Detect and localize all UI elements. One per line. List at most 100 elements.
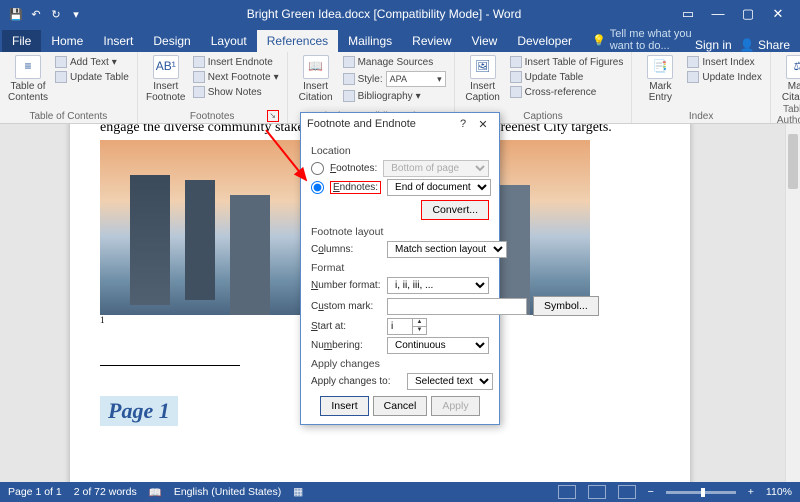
endnote-icon: [193, 56, 205, 68]
status-proofing-icon[interactable]: 📖: [149, 486, 162, 499]
footnote-separator: [100, 365, 240, 366]
custom-mark-input[interactable]: [387, 298, 527, 315]
qat-customize-icon[interactable]: ▾: [68, 6, 84, 22]
insert-button[interactable]: Insert: [320, 396, 368, 416]
dialog-titlebar: Footnote and Endnote ? ✕: [301, 113, 499, 135]
bibliography-button[interactable]: Bibliography ▾: [341, 89, 448, 103]
share-button[interactable]: 👤 Share: [740, 38, 790, 52]
update-toc-button[interactable]: Update Table: [53, 70, 131, 84]
tell-me[interactable]: 💡Tell me what you want to do...: [582, 28, 695, 52]
read-mode-button[interactable]: [558, 485, 576, 499]
tof-icon: [510, 56, 522, 68]
endnotes-position-select[interactable]: End of document: [387, 179, 491, 196]
dialog-close-button[interactable]: ✕: [473, 118, 493, 131]
status-page[interactable]: Page 1 of 1: [8, 486, 62, 498]
tab-insert[interactable]: Insert: [93, 30, 143, 52]
ribbon-options-icon[interactable]: ▭: [676, 6, 700, 22]
zoom-level[interactable]: 110%: [766, 486, 792, 498]
convert-button[interactable]: Convert...: [421, 200, 489, 220]
columns-select[interactable]: Match section layout: [387, 241, 507, 258]
tab-view[interactable]: View: [462, 30, 508, 52]
insert-footnote-button[interactable]: AB¹Insert Footnote: [144, 55, 188, 110]
tab-developer[interactable]: Developer: [507, 30, 582, 52]
footnotes-dialog-launcher[interactable]: ↘: [267, 110, 279, 122]
dialog-help-button[interactable]: ?: [453, 118, 473, 130]
add-text-icon: [55, 56, 67, 68]
close-icon[interactable]: ✕: [766, 6, 790, 22]
insert-endnote-button[interactable]: Insert Endnote: [191, 55, 281, 69]
status-words[interactable]: 2 of 72 words: [74, 486, 137, 498]
tab-review[interactable]: Review: [402, 30, 461, 52]
update-captions-button[interactable]: Update Table: [508, 70, 626, 84]
spin-down-icon[interactable]: ▼: [413, 327, 426, 334]
insert-tof-button[interactable]: Insert Table of Figures: [508, 55, 626, 69]
tab-design[interactable]: Design: [143, 30, 200, 52]
update-index-button[interactable]: Update Index: [685, 70, 764, 84]
tab-mailings[interactable]: Mailings: [338, 30, 402, 52]
citation-style-select[interactable]: Style: APA▾: [341, 70, 448, 88]
number-format-select[interactable]: i, ii, iii, ...: [387, 277, 489, 294]
style-icon: [343, 73, 355, 85]
update-icon: [55, 71, 67, 83]
tab-home[interactable]: Home: [41, 30, 93, 52]
footnotes-position-select: Bottom of page: [383, 160, 489, 177]
minimize-icon[interactable]: —: [706, 6, 730, 22]
print-layout-button[interactable]: [588, 485, 606, 499]
spin-up-icon[interactable]: ▲: [413, 319, 426, 327]
zoom-in-button[interactable]: +: [748, 486, 754, 498]
footnotes-radio-label[interactable]: Footnotes:: [330, 163, 377, 174]
zoom-slider[interactable]: [666, 491, 736, 494]
cancel-button[interactable]: Cancel: [373, 396, 428, 416]
insert-index-button[interactable]: Insert Index: [685, 55, 764, 69]
redo-icon[interactable]: ↻: [48, 6, 64, 22]
tab-file[interactable]: File: [2, 30, 41, 52]
insert-caption-button[interactable]: 🖼Insert Caption: [461, 55, 505, 110]
undo-icon[interactable]: ↶: [28, 6, 44, 22]
mark-citation-button[interactable]: ⚖Mark Citation: [777, 55, 800, 103]
symbol-button[interactable]: Symbol...: [533, 296, 599, 316]
page-number-field[interactable]: Page 1: [100, 396, 178, 426]
cross-reference-button[interactable]: Cross-reference: [508, 85, 626, 99]
apply-button[interactable]: Apply: [431, 396, 479, 416]
group-footnotes: AB¹Insert Footnote Insert Endnote Next F…: [138, 52, 288, 123]
custom-mark-label: Custom mark:: [311, 301, 381, 312]
add-text-button[interactable]: Add Text ▾: [53, 55, 131, 69]
window-title: Bright Green Idea.docx [Compatibility Mo…: [92, 7, 676, 21]
start-at-input[interactable]: [387, 318, 413, 335]
columns-label: Columns:: [311, 244, 381, 255]
web-layout-button[interactable]: [618, 485, 636, 499]
endnotes-radio[interactable]: [311, 181, 324, 194]
quick-access-toolbar: 💾 ↶ ↻ ▾: [0, 6, 92, 22]
insert-index-icon: [687, 56, 699, 68]
numbering-label: Numbering:: [311, 340, 381, 351]
lightbulb-icon: 💡: [592, 34, 606, 47]
zoom-out-button[interactable]: −: [648, 486, 654, 498]
ribbon-tabs: File Home Insert Design Layout Reference…: [0, 28, 800, 52]
scrollbar-thumb[interactable]: [788, 134, 798, 189]
tab-references[interactable]: References: [257, 30, 338, 52]
numbering-select[interactable]: Continuous: [387, 337, 489, 354]
save-icon[interactable]: 💾: [8, 6, 24, 22]
section-location: Location: [311, 145, 489, 157]
insert-citation-button[interactable]: 📖Insert Citation: [294, 55, 338, 110]
mark-entry-button[interactable]: 📑Mark Entry: [638, 55, 682, 110]
dialog-title: Footnote and Endnote: [307, 118, 453, 130]
table-of-contents-button[interactable]: ≡Table of Contents: [6, 55, 50, 110]
signin-link[interactable]: Sign in: [695, 38, 732, 52]
maximize-icon[interactable]: ▢: [736, 6, 760, 22]
status-bar: Page 1 of 1 2 of 72 words 📖 English (Uni…: [0, 482, 800, 502]
start-at-spinner[interactable]: ▲▼: [387, 318, 427, 335]
status-macro-icon[interactable]: ▦: [293, 486, 303, 498]
next-footnote-button[interactable]: Next Footnote ▾: [191, 70, 281, 84]
footnotes-radio[interactable]: [311, 162, 324, 175]
show-notes-button[interactable]: Show Notes: [191, 85, 281, 99]
show-notes-icon: [193, 86, 205, 98]
endnotes-radio-label[interactable]: Endnotes:: [330, 181, 381, 194]
title-bar: 💾 ↶ ↻ ▾ Bright Green Idea.docx [Compatib…: [0, 0, 800, 28]
manage-sources-button[interactable]: Manage Sources: [341, 55, 448, 69]
tab-layout[interactable]: Layout: [201, 30, 257, 52]
status-language[interactable]: English (United States): [174, 486, 281, 498]
vertical-scrollbar[interactable]: [785, 124, 800, 482]
manage-sources-icon: [343, 56, 355, 68]
apply-to-select[interactable]: Selected text: [407, 373, 493, 390]
